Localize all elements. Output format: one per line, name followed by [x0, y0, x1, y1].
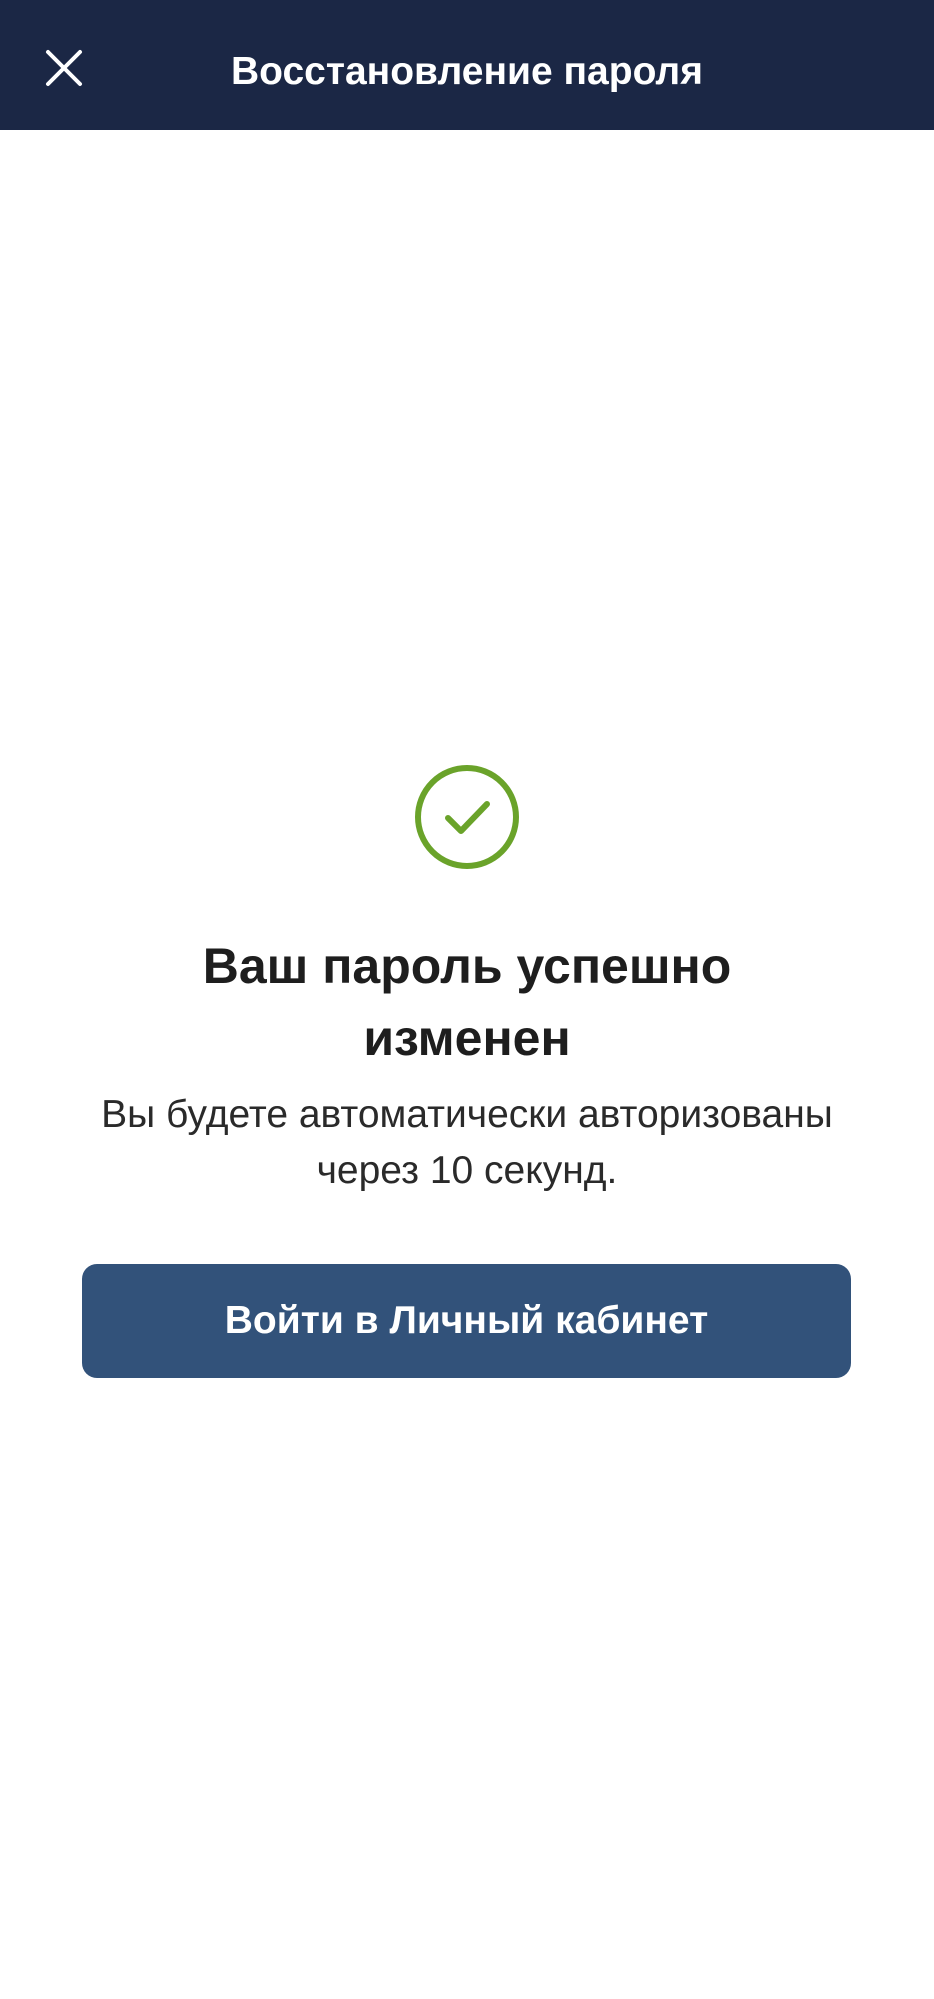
check-circle-icon: [412, 762, 522, 872]
success-headline: Ваш пароль успешно изменен: [202, 938, 732, 1066]
close-icon: [46, 50, 82, 86]
redirect-message: Вы будете автоматически авторизованы чер…: [101, 1093, 833, 1192]
login-button[interactable]: Войти в Личный кабинет: [82, 1264, 851, 1378]
app-header: Восстановление пароля: [0, 0, 934, 130]
page-title: Восстановление пароля: [231, 50, 703, 93]
close-button[interactable]: [34, 38, 94, 98]
